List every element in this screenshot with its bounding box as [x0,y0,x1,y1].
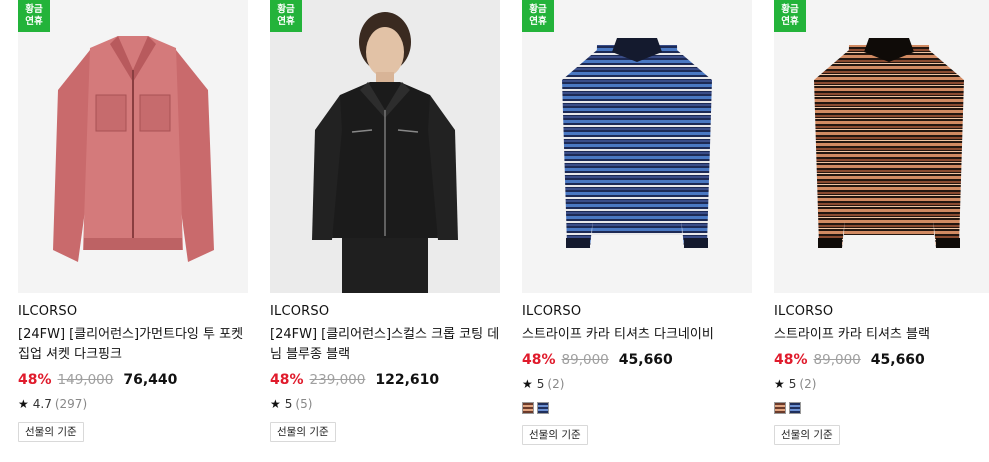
color-swatch-navy-stripe[interactable] [537,402,549,414]
star-icon: ★ [270,397,281,411]
gift-tag[interactable]: 선물의 기준 [18,422,84,442]
discount-rate: 48% [18,372,52,388]
sale-price: 122,610 [375,372,440,388]
model-black-jacket-illustration [270,0,500,293]
rating-value: 4.7 [32,397,52,411]
promo-badge-line: 황금 [25,4,43,15]
rating: ★ 5 (5) [270,397,500,411]
sale-price: 45,660 [870,352,925,368]
brand-name[interactable]: ILCORSO [270,304,500,320]
rating: ★ 5 (2) [522,377,752,391]
product-image[interactable]: 황금 연휴 [774,0,989,293]
product-title[interactable]: [24FW] [클리어런스]가먼트다잉 투 포켓 집업 셔켓 다크핑크 [18,325,248,365]
product-title[interactable]: 스트라이프 카라 티셔츠 블랙 [774,325,989,345]
color-swatch-navy-stripe[interactable] [789,402,801,414]
promo-badge-line: 연휴 [529,16,547,27]
color-swatch-brown-stripe[interactable] [774,402,786,414]
original-price: 239,000 [309,372,366,388]
discount-rate: 48% [270,372,304,388]
product-card[interactable]: 황금 연휴 I [522,0,752,445]
price-row: 48% 149,000 76,440 [18,372,248,388]
promo-badge: 황금 연휴 [270,0,302,32]
product-title[interactable]: [24FW] [클리어런스]스컬스 크롭 코팅 데님 블루종 블랙 [270,325,500,365]
rating-value: 5 [536,377,545,391]
price-row: 48% 89,000 45,660 [522,352,752,368]
navy-stripe-shirt-illustration [522,0,752,293]
color-swatch-brown-stripe[interactable] [522,402,534,414]
promo-badge-line: 연휴 [781,16,799,27]
product-card[interactable]: 황금 연휴 ILCORSO [24FW] [클리어런스]가먼트다잉 투 포켓 집… [18,0,248,445]
sale-price: 45,660 [618,352,673,368]
promo-badge: 황금 연휴 [522,0,554,32]
review-count: (2) [547,377,565,391]
review-count: (2) [799,377,817,391]
black-stripe-shirt-illustration [774,0,989,293]
promo-badge-line: 황금 [277,4,295,15]
promo-badge-line: 황금 [781,4,799,15]
review-count: (5) [295,397,313,411]
discount-rate: 48% [774,352,808,368]
star-icon: ★ [774,377,785,391]
price-row: 48% 89,000 45,660 [774,352,989,368]
brand-name[interactable]: ILCORSO [522,304,752,320]
product-card[interactable]: 황금 연휴 I [774,0,989,445]
original-price: 89,000 [561,352,609,368]
star-icon: ★ [522,377,533,391]
product-image[interactable]: 황금 연휴 [270,0,500,293]
product-grid: 황금 연휴 ILCORSO [24FW] [클리어런스]가먼트다잉 투 포켓 집… [18,0,989,445]
product-image[interactable]: 황금 연휴 [522,0,752,293]
rating-value: 5 [788,377,797,391]
rating: ★ 5 (2) [774,377,989,391]
pink-jacket-illustration [18,0,248,293]
promo-badge-line: 연휴 [25,16,43,27]
color-swatches [774,402,989,414]
promo-badge-line: 연휴 [277,16,295,27]
star-icon: ★ [18,397,29,411]
original-price: 89,000 [813,352,861,368]
promo-badge: 황금 연휴 [774,0,806,32]
gift-tag[interactable]: 선물의 기준 [270,422,336,442]
promo-badge: 황금 연휴 [18,0,50,32]
discount-rate: 48% [522,352,556,368]
brand-name[interactable]: ILCORSO [774,304,989,320]
original-price: 149,000 [57,372,114,388]
product-image[interactable]: 황금 연휴 [18,0,248,293]
promo-badge-line: 황금 [529,4,547,15]
rating-value: 5 [284,397,293,411]
color-swatches [522,402,752,414]
sale-price: 76,440 [123,372,178,388]
gift-tag[interactable]: 선물의 기준 [774,425,840,445]
rating: ★ 4.7 (297) [18,397,248,411]
brand-name[interactable]: ILCORSO [18,304,248,320]
review-count: (297) [54,397,88,411]
gift-tag[interactable]: 선물의 기준 [522,425,588,445]
product-title[interactable]: 스트라이프 카라 티셔츠 다크네이비 [522,325,752,345]
product-card[interactable]: 황금 연휴 ILCORSO [24FW] [클리어런스]스컬스 크롭 코팅 데님… [270,0,500,445]
price-row: 48% 239,000 122,610 [270,372,500,388]
